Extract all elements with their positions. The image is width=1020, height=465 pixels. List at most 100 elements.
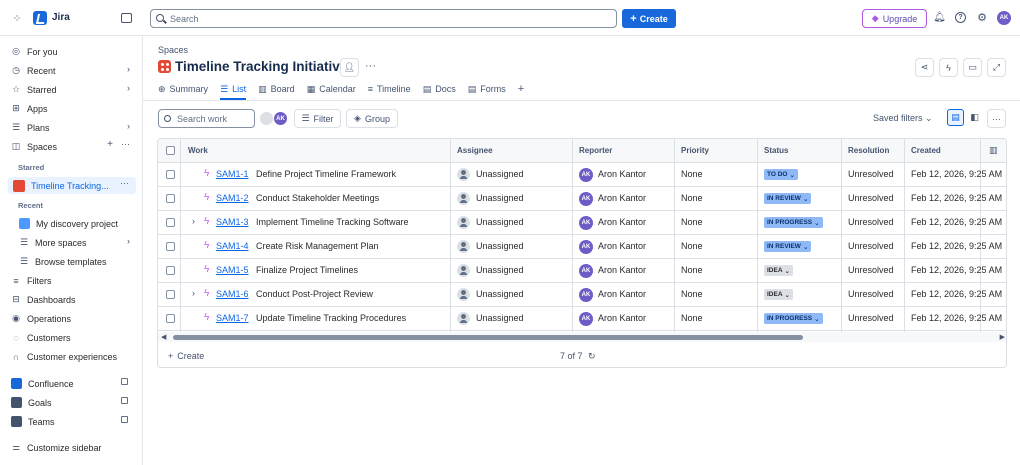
reporter-value[interactable]: Aron Kantor — [598, 169, 646, 179]
filter-button[interactable]: ☰ Filter — [294, 109, 341, 128]
sidebar-item-goals[interactable]: Goals — [6, 394, 137, 411]
issue-summary[interactable]: Create Risk Management Plan — [256, 241, 379, 251]
horizontal-scrollbar[interactable]: ◀ ▶ — [158, 332, 1006, 342]
tab-calendar[interactable]: ▦ Calendar — [307, 80, 356, 98]
status-badge[interactable]: IDEA ⌄ — [764, 289, 793, 300]
upgrade-button[interactable]: ◆ Upgrade — [862, 9, 927, 28]
status-badge[interactable]: IN PROGRESS ⌄ — [764, 217, 823, 228]
priority-value[interactable]: None — [681, 289, 703, 299]
reporter-value[interactable]: Aron Kantor — [598, 265, 646, 275]
row-checkbox[interactable] — [166, 290, 175, 299]
reporter-value[interactable]: Aron Kantor — [598, 193, 646, 203]
header-reporter[interactable]: Reporter — [579, 146, 612, 155]
sidebar-item-apps[interactable]: ⊞ Apps — [6, 100, 137, 117]
sidebar-item-confluence[interactable]: Confluence — [6, 375, 137, 392]
assignee-value[interactable]: Unassigned — [476, 289, 524, 299]
issue-key-link[interactable]: SAM1-6 — [216, 289, 249, 299]
header-priority[interactable]: Priority — [681, 146, 709, 155]
tab-summary[interactable]: ⊕ Summary — [158, 80, 208, 98]
tab-timeline[interactable]: ≡ Timeline — [368, 80, 411, 98]
status-badge[interactable]: IDEA ⌄ — [764, 265, 793, 276]
chevron-right-icon[interactable]: › — [127, 83, 130, 93]
issue-key-link[interactable]: SAM1-3 — [216, 217, 249, 227]
sidebar-toggle-icon[interactable] — [121, 13, 132, 23]
sidebar-item-customer-experiences[interactable]: ∩ Customer experiences — [6, 348, 137, 365]
issue-key-link[interactable]: SAM1-2 — [216, 193, 249, 203]
chevron-right-icon[interactable]: › — [127, 121, 130, 131]
header-status[interactable]: Status — [764, 146, 788, 155]
external-link-icon[interactable] — [121, 378, 128, 385]
global-search-input[interactable]: Search — [150, 9, 617, 28]
issue-summary[interactable]: Conduct Stakeholder Meetings — [256, 193, 379, 203]
add-people-icon[interactable]: 👤︎ — [340, 58, 359, 77]
header-assignee[interactable]: Assignee — [457, 146, 493, 155]
more-options-icon[interactable]: ··· — [121, 139, 130, 149]
assignee-value[interactable]: Unassigned — [476, 241, 524, 251]
user-filter-avatar[interactable]: AK — [274, 112, 287, 125]
app-switcher-icon[interactable]: ⁘ — [11, 12, 23, 25]
more-options-icon[interactable]: ··· — [120, 178, 129, 188]
scroll-left-icon[interactable]: ◀ — [161, 333, 166, 341]
issue-summary[interactable]: Conduct Post-Project Review — [256, 289, 373, 299]
sidebar-item-starred[interactable]: ☆ Starred › — [6, 81, 137, 98]
priority-value[interactable]: None — [681, 313, 703, 323]
table-row[interactable]: ϟ SAM1-2 Conduct Stakeholder Meetings Un… — [158, 187, 1006, 211]
sidebar-item-operations[interactable]: ◉ Operations — [6, 310, 137, 327]
sidebar-item-recent[interactable]: ◷ Recent › — [6, 62, 137, 79]
header-created[interactable]: Created — [911, 146, 941, 155]
expand-chevron-icon[interactable]: › — [192, 216, 195, 226]
scroll-right-icon[interactable]: ▶ — [1000, 333, 1005, 341]
issue-key-link[interactable]: SAM1-1 — [216, 169, 249, 179]
sidebar-item-dashboards[interactable]: ⊟ Dashboards — [6, 291, 137, 308]
refresh-icon[interactable]: ↻ — [588, 351, 596, 361]
add-tab-button[interactable]: + — [518, 80, 524, 98]
footer-create-button[interactable]: + Create — [168, 351, 204, 361]
more-options-icon[interactable]: ··· — [987, 109, 1006, 128]
help-icon[interactable]: ? — [955, 12, 966, 23]
breadcrumb[interactable]: Spaces — [158, 45, 188, 55]
issue-summary[interactable]: Implement Timeline Tracking Software — [256, 217, 409, 227]
priority-value[interactable]: None — [681, 169, 703, 179]
jira-logo-icon[interactable] — [33, 11, 47, 25]
issue-key-link[interactable]: SAM1-5 — [216, 265, 249, 275]
sidebar-item-for-you[interactable]: ◎ For you — [6, 43, 137, 60]
tab-docs[interactable]: ▤ Docs — [423, 80, 456, 98]
row-checkbox[interactable] — [166, 266, 175, 275]
reporter-value[interactable]: Aron Kantor — [598, 217, 646, 227]
scrollbar-thumb[interactable] — [173, 335, 803, 340]
automation-icon[interactable]: ϟ — [939, 58, 958, 77]
issue-summary[interactable]: Define Project Timeline Framework — [256, 169, 396, 179]
sidebar-item-timeline-tracking[interactable]: Timeline Tracking... ··· — [8, 177, 136, 194]
tab-forms[interactable]: ▤ Forms — [468, 80, 506, 98]
external-link-icon[interactable] — [121, 416, 128, 423]
priority-value[interactable]: None — [681, 193, 703, 203]
feedback-icon[interactable]: ▭ — [963, 58, 982, 77]
row-checkbox[interactable] — [166, 314, 175, 323]
table-row[interactable]: › ϟ SAM1-6 Conduct Post-Project Review U… — [158, 283, 1006, 307]
sidebar-item-customize[interactable]: ⚌ Customize sidebar — [6, 439, 137, 456]
row-checkbox[interactable] — [166, 194, 175, 203]
assignee-value[interactable]: Unassigned — [476, 265, 524, 275]
assignee-value[interactable]: Unassigned — [476, 193, 524, 203]
status-badge[interactable]: IN PROGRESS ⌄ — [764, 313, 823, 324]
table-row[interactable]: ϟ SAM1-4 Create Risk Management Plan Una… — [158, 235, 1006, 259]
list-view-icon[interactable]: ▤ — [947, 109, 964, 126]
fullscreen-icon[interactable]: ⤢ — [987, 58, 1006, 77]
expand-chevron-icon[interactable]: › — [192, 288, 195, 298]
gear-icon[interactable]: ⚙ — [976, 11, 988, 24]
sidebar-item-more-spaces[interactable]: ☰ More spaces › — [14, 234, 137, 251]
sidebar-item-browse-templates[interactable]: ☰ Browse templates — [14, 253, 137, 270]
add-space-icon[interactable]: + — [107, 139, 113, 150]
saved-filters-dropdown[interactable]: Saved filters ⌄ — [873, 113, 933, 124]
table-row[interactable]: › ϟ SAM1-3 Implement Timeline Tracking S… — [158, 211, 1006, 235]
header-work[interactable]: Work — [188, 146, 208, 155]
bell-icon[interactable]: 🔔︎ — [933, 12, 946, 23]
priority-value[interactable]: None — [681, 265, 703, 275]
issue-key-link[interactable]: SAM1-4 — [216, 241, 249, 251]
row-checkbox[interactable] — [166, 242, 175, 251]
tab-list[interactable]: ☰ List — [220, 80, 247, 100]
chevron-right-icon[interactable]: › — [127, 64, 130, 74]
group-button[interactable]: ◈ Group — [346, 109, 398, 128]
table-row[interactable]: ϟ SAM1-7 Update Timeline Tracking Proced… — [158, 307, 1006, 331]
sidebar-item-my-discovery-project[interactable]: My discovery project — [14, 215, 137, 232]
